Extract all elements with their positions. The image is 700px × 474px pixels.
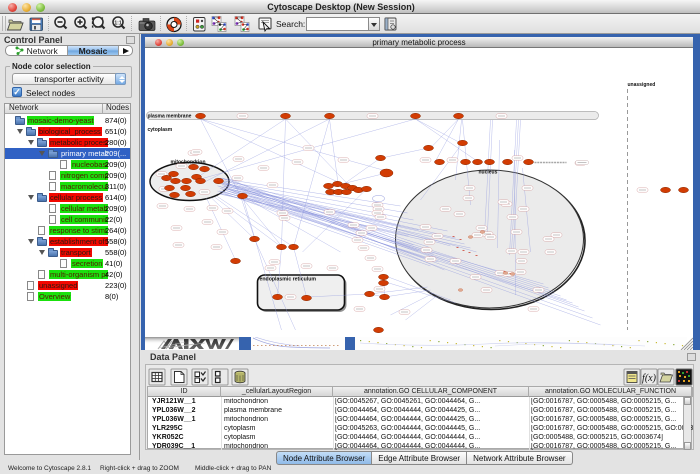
svg-text:unassigned: unassigned [628, 82, 656, 88]
svg-text:nucleus: nucleus [479, 170, 498, 176]
svg-text:endoplasmic reticulum: endoplasmic reticulum [260, 277, 317, 283]
svg-text:1:1: 1:1 [114, 21, 121, 27]
svg-text:cytoplasm: cytoplasm [148, 127, 173, 133]
svg-text:f(x): f(x) [642, 373, 657, 384]
svg-text:plasma membrane: plasma membrane [148, 114, 192, 120]
svg-text:mitochondrion: mitochondrion [171, 160, 206, 166]
